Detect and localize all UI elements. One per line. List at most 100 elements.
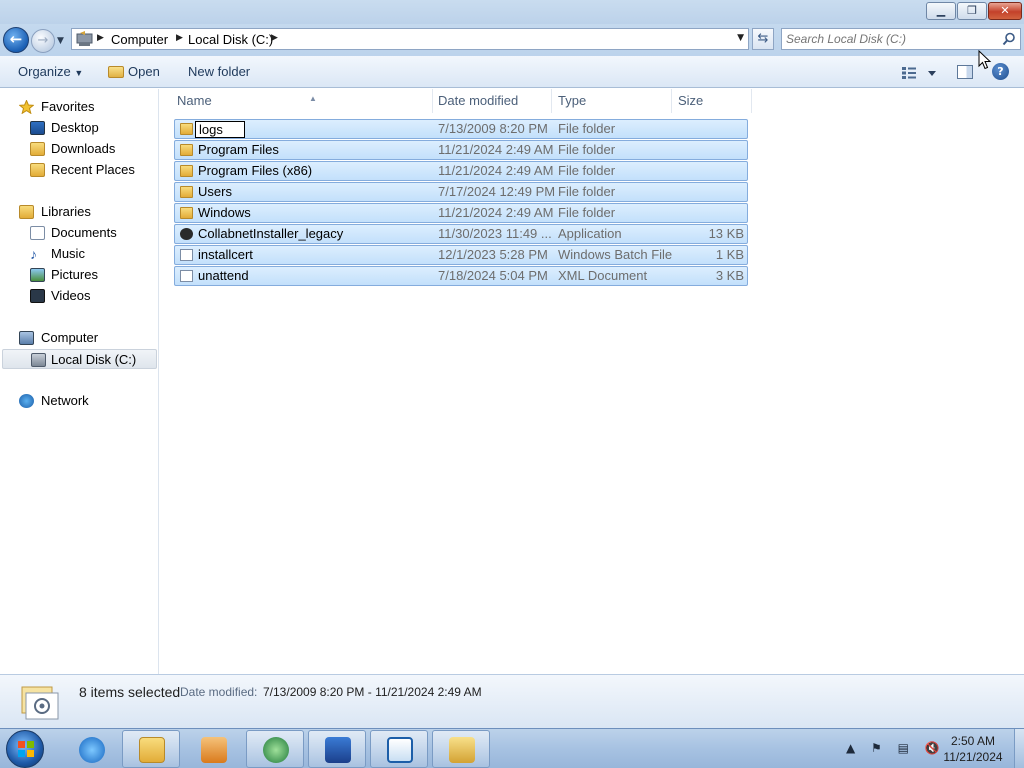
maximize-button[interactable]: ❐ bbox=[957, 2, 987, 20]
new-folder-button[interactable]: New folder bbox=[188, 64, 250, 79]
forward-button[interactable]: → bbox=[31, 29, 55, 53]
taskbar-media-player[interactable] bbox=[184, 730, 242, 768]
address-bar[interactable]: ▶ Computer ▶ Local Disk (C:) ▶ ▼ bbox=[71, 28, 749, 50]
breadcrumb-local-disk[interactable]: Local Disk (C:) bbox=[188, 32, 273, 47]
taskbar-app-globe[interactable] bbox=[246, 730, 304, 768]
column-header-size[interactable]: Size bbox=[672, 89, 752, 113]
file-row[interactable]: Program Files 11/21/2024 2:49 AM File fo… bbox=[174, 140, 748, 160]
back-button[interactable]: ← bbox=[3, 27, 29, 53]
recent-places-icon bbox=[30, 163, 45, 177]
file-row[interactable]: unattend 7/18/2024 5:04 PM XML Document … bbox=[174, 266, 748, 286]
breadcrumb-separator[interactable]: ▶ bbox=[97, 33, 104, 43]
change-view-icon[interactable] bbox=[901, 66, 937, 80]
navigation-bar: ← → ▼ ▶ Computer ▶ Local Disk (C:) ▶ ▼ ⇆ bbox=[0, 24, 1024, 56]
nav-desktop[interactable]: Desktop bbox=[0, 118, 157, 138]
file-name: unattend bbox=[198, 268, 249, 283]
music-note-icon: ♪ bbox=[30, 246, 37, 262]
nav-label: Videos bbox=[51, 288, 91, 303]
clock[interactable]: 2:50 AM 11/21/2024 bbox=[938, 733, 1008, 765]
close-button[interactable]: ✕ bbox=[988, 2, 1022, 20]
open-button[interactable]: Open bbox=[108, 64, 160, 79]
date-modified-label: Date modified: bbox=[180, 685, 258, 699]
sort-arrow-icon: ▲ bbox=[309, 94, 317, 103]
remote-transfer-icon bbox=[387, 737, 413, 763]
file-date: 11/21/2024 2:49 AM bbox=[438, 142, 554, 157]
folder-icon bbox=[180, 165, 193, 177]
date-modified-value: 7/13/2009 8:20 PM - 11/21/2024 2:49 AM bbox=[263, 685, 482, 699]
file-row[interactable]: logs 7/13/2009 8:20 PM File folder bbox=[174, 119, 748, 139]
file-date: 7/18/2024 5:04 PM bbox=[438, 268, 548, 283]
title-bar: ▁ ❐ ✕ bbox=[0, 0, 1024, 24]
file-row[interactable]: CollabnetInstaller_legacy 11/30/2023 11:… bbox=[174, 224, 748, 244]
search-box[interactable] bbox=[781, 28, 1021, 50]
nav-music[interactable]: ♪ Music bbox=[0, 244, 157, 264]
rename-input[interactable]: logs bbox=[195, 121, 245, 138]
recent-pages-dropdown[interactable]: ▼ bbox=[57, 36, 64, 46]
nav-videos[interactable]: Videos bbox=[0, 286, 157, 306]
taskbar: ▲ ⚑ ▤ 🔇 2:50 AM 11/21/2024 bbox=[0, 728, 1024, 768]
breadcrumb-computer[interactable]: Computer bbox=[111, 32, 168, 47]
nav-label: Computer bbox=[41, 330, 99, 345]
address-history-dropdown[interactable]: ▼ bbox=[737, 33, 744, 43]
column-header-type[interactable]: Type bbox=[552, 89, 672, 113]
file-name: Users bbox=[198, 184, 232, 199]
nav-favorites[interactable]: Favorites bbox=[0, 97, 157, 117]
column-header-date-modified[interactable]: Date modified bbox=[432, 89, 552, 113]
pictures-icon bbox=[30, 268, 45, 282]
nav-label: Documents bbox=[51, 225, 117, 240]
file-row[interactable]: Users 7/17/2024 12:49 PM File folder bbox=[174, 182, 748, 202]
taskbar-windows-explorer[interactable] bbox=[122, 730, 180, 768]
nav-computer[interactable]: Computer bbox=[0, 328, 157, 348]
nav-recent-places[interactable]: Recent Places bbox=[0, 160, 157, 180]
taskbar-app-office[interactable] bbox=[308, 730, 366, 768]
file-size: 1 KB bbox=[715, 247, 744, 262]
nav-label: Music bbox=[51, 246, 85, 261]
file-size: 13 KB bbox=[708, 226, 744, 241]
minimize-button[interactable]: ▁ bbox=[926, 2, 956, 20]
notification-area-icons[interactable]: ▲ ⚑ ▤ 🔇 bbox=[846, 741, 946, 755]
file-date: 7/17/2024 12:49 PM bbox=[438, 184, 556, 199]
file-list: Name ▲ Date modified Type Size logs 7/13… bbox=[160, 89, 1024, 674]
nav-documents[interactable]: Documents bbox=[0, 223, 157, 243]
file-name: Program Files (x86) bbox=[198, 163, 313, 178]
nav-network[interactable]: Network bbox=[0, 391, 157, 411]
taskbar-app-remote[interactable] bbox=[370, 730, 428, 768]
file-size: 3 KB bbox=[715, 268, 744, 283]
breadcrumb-separator[interactable]: ▶ bbox=[271, 33, 278, 43]
start-button[interactable] bbox=[6, 730, 44, 768]
media-player-icon bbox=[201, 737, 227, 763]
breadcrumb-separator[interactable]: ▶ bbox=[176, 33, 183, 43]
nav-label: Pictures bbox=[51, 267, 98, 282]
taskbar-internet-explorer[interactable] bbox=[62, 730, 120, 768]
folder-icon bbox=[180, 207, 193, 219]
file-date: 12/1/2023 5:28 PM bbox=[438, 247, 548, 262]
folder-icon bbox=[180, 186, 193, 198]
file-row[interactable]: Windows 11/21/2024 2:49 AM File folder bbox=[174, 203, 748, 223]
navigation-pane: Favorites Desktop Downloads Recent Place… bbox=[0, 89, 159, 674]
help-button[interactable]: ? bbox=[992, 63, 1009, 80]
file-row[interactable]: installcert 12/1/2023 5:28 PM Windows Ba… bbox=[174, 245, 748, 265]
globe-app-icon bbox=[263, 737, 289, 763]
search-input[interactable] bbox=[786, 31, 996, 47]
show-desktop-button[interactable] bbox=[1014, 729, 1024, 768]
libraries-icon bbox=[19, 205, 34, 219]
file-type: File folder bbox=[558, 184, 616, 199]
preview-pane-icon[interactable] bbox=[957, 65, 973, 79]
nav-label: Libraries bbox=[41, 204, 91, 219]
column-header-name[interactable]: Name ▲ bbox=[171, 89, 433, 113]
file-type: Application bbox=[558, 226, 622, 241]
search-icon[interactable] bbox=[1002, 32, 1016, 46]
file-date: 11/21/2024 2:49 AM bbox=[438, 163, 554, 178]
nav-libraries[interactable]: Libraries bbox=[0, 202, 157, 222]
star-icon bbox=[19, 100, 34, 114]
refresh-button[interactable]: ⇆ bbox=[752, 28, 774, 50]
taskbar-app-file[interactable] bbox=[432, 730, 490, 768]
file-type: File folder bbox=[558, 121, 616, 136]
file-row[interactable]: Program Files (x86) 11/21/2024 2:49 AM F… bbox=[174, 161, 748, 181]
nav-pictures[interactable]: Pictures bbox=[0, 265, 157, 285]
command-toolbar: Organize ▼ Open New folder ? bbox=[0, 56, 1024, 88]
nav-downloads[interactable]: Downloads bbox=[0, 139, 157, 159]
downloads-folder-icon bbox=[30, 142, 45, 156]
organize-button[interactable]: Organize ▼ bbox=[18, 64, 83, 79]
nav-local-disk[interactable]: Local Disk (C:) bbox=[2, 349, 157, 369]
